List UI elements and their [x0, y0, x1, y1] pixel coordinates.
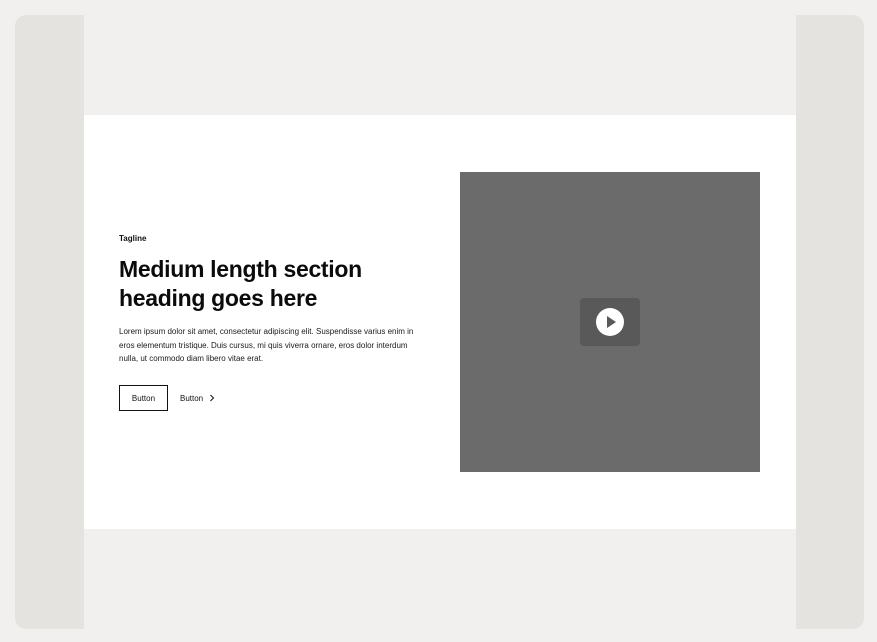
- section-heading: Medium length section heading goes here: [119, 256, 362, 311]
- video-placeholder[interactable]: [460, 172, 760, 472]
- preview-frame: Tagline Medium length section heading go…: [15, 15, 864, 629]
- tagline: Tagline: [119, 234, 147, 243]
- chevron-right-icon: [210, 394, 215, 402]
- section-content: Tagline Medium length section heading go…: [119, 234, 419, 411]
- play-icon: [596, 308, 624, 336]
- play-button[interactable]: [580, 298, 640, 346]
- secondary-link-button[interactable]: Button: [180, 394, 215, 403]
- primary-button[interactable]: Button: [119, 385, 168, 411]
- page-canvas: Tagline Medium length section heading go…: [84, 15, 796, 629]
- secondary-button-label: Button: [180, 393, 204, 403]
- section-actions: Button Button: [119, 385, 215, 411]
- section-body: Lorem ipsum dolor sit amet, consectetur …: [119, 327, 414, 363]
- hero-section: Tagline Medium length section heading go…: [84, 115, 796, 529]
